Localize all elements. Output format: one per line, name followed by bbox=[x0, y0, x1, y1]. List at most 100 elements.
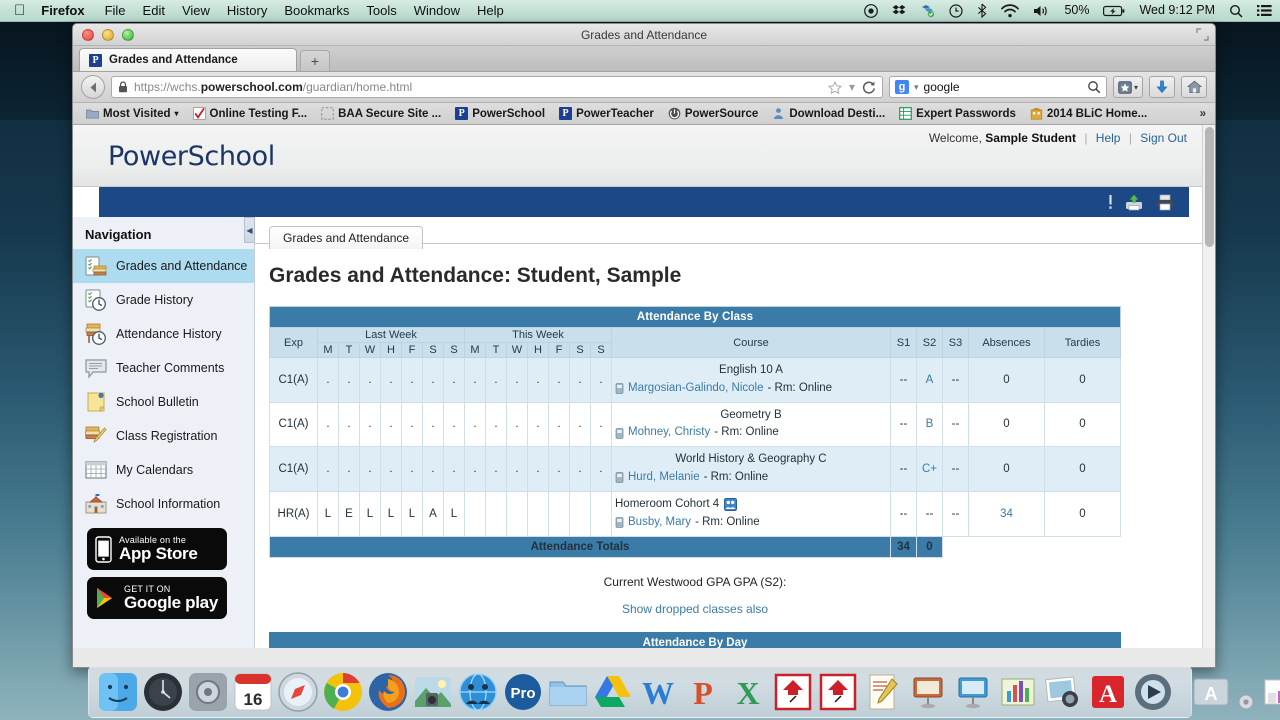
bluetooth-icon[interactable] bbox=[977, 3, 987, 18]
dock-item-acrobat-icon[interactable]: A bbox=[1087, 671, 1129, 713]
menu-item-tools[interactable]: Tools bbox=[366, 3, 396, 18]
dock-item-calendar-icon[interactable]: 16 bbox=[232, 671, 274, 713]
chevron-down-icon[interactable]: ▾ bbox=[849, 80, 855, 94]
search-icon[interactable] bbox=[1229, 4, 1243, 18]
bookmark-powersource[interactable]: PowerSource bbox=[661, 107, 766, 120]
sidebar-item-grade-history[interactable]: Grade History bbox=[73, 283, 254, 317]
screen-record-icon[interactable] bbox=[864, 3, 879, 18]
dock-item-chrome-icon[interactable] bbox=[322, 671, 364, 713]
menu-item-help[interactable]: Help bbox=[477, 3, 504, 18]
dock-item-excel-icon[interactable]: X bbox=[727, 671, 769, 713]
notification-center-icon[interactable] bbox=[1257, 4, 1272, 17]
app-store-badge[interactable]: Available on the App Store bbox=[87, 528, 227, 570]
clock-label[interactable]: Wed 9:12 PM bbox=[1139, 4, 1215, 17]
chevron-down-icon[interactable]: ▾ bbox=[914, 82, 919, 93]
dock-item-settings-small-icon[interactable] bbox=[1235, 691, 1257, 713]
page-scrollbar-thumb[interactable] bbox=[1205, 127, 1214, 247]
teacher-link[interactable]: Busby, Mary bbox=[628, 514, 691, 532]
menu-item-history[interactable]: History bbox=[227, 3, 267, 18]
downloads-button[interactable] bbox=[1149, 76, 1175, 98]
bookmarks-button[interactable]: ▾ bbox=[1112, 76, 1143, 98]
dock-item-powerpoint-icon[interactable]: P bbox=[682, 671, 724, 713]
magnifier-icon[interactable] bbox=[1087, 80, 1101, 94]
dropbox-icon[interactable] bbox=[892, 4, 906, 17]
new-tab-button[interactable]: + bbox=[300, 50, 330, 71]
group-meeting-icon[interactable] bbox=[724, 498, 738, 512]
dock-item-iphoto-2-icon[interactable] bbox=[1042, 671, 1084, 713]
dock-item-firefox-icon[interactable] bbox=[367, 671, 409, 713]
bookmark-online-testing[interactable]: Online Testing F... bbox=[186, 107, 315, 120]
dock-item-finder-icon[interactable] bbox=[97, 671, 139, 713]
menu-item-bookmarks[interactable]: Bookmarks bbox=[284, 3, 349, 18]
sidebar-item-my-calendars[interactable]: My Calendars bbox=[73, 453, 254, 487]
dock-item-folder-icon[interactable] bbox=[547, 671, 589, 713]
sidebar-item-attendance-history[interactable]: Attendance History bbox=[73, 317, 254, 351]
bookmark-expert-passwords[interactable]: Expert Passwords bbox=[892, 107, 1023, 120]
bookmark-powerteacher[interactable]: P PowerTeacher bbox=[552, 107, 661, 120]
powerschool-logo[interactable]: PowerSchool bbox=[108, 141, 275, 172]
printer-icon[interactable] bbox=[1155, 194, 1175, 211]
bookmarks-overflow-button[interactable]: » bbox=[1200, 108, 1209, 120]
dock-item-stickies-icon[interactable] bbox=[1260, 671, 1280, 713]
volume-icon[interactable] bbox=[1033, 4, 1050, 18]
teacher-link[interactable]: Margosian-Galindo, Nicole bbox=[628, 380, 764, 398]
cell-absences[interactable]: 34 bbox=[968, 490, 1045, 537]
dock-item-app-store-icon[interactable]: A bbox=[1190, 671, 1232, 713]
menu-item-edit[interactable]: Edit bbox=[143, 3, 165, 18]
back-button[interactable] bbox=[81, 75, 105, 99]
apple-logo-icon[interactable]:  bbox=[14, 3, 25, 18]
menu-item-firefox[interactable]: Firefox bbox=[41, 3, 84, 18]
home-button[interactable] bbox=[1181, 76, 1207, 98]
star-icon[interactable] bbox=[827, 80, 842, 94]
dock-item-iphoto-icon[interactable] bbox=[412, 671, 454, 713]
dock-item-numbers-icon[interactable] bbox=[997, 671, 1039, 713]
bookmark-powerschool[interactable]: P PowerSchool bbox=[448, 107, 552, 120]
bookmark-baa-secure-site[interactable]: BAA Secure Site ... bbox=[314, 107, 448, 120]
cell-s2[interactable]: A bbox=[916, 357, 943, 403]
menu-item-file[interactable]: File bbox=[105, 3, 126, 18]
email-teacher-icon[interactable] bbox=[615, 428, 624, 439]
page-scrollbar[interactable] bbox=[1202, 125, 1215, 648]
dock-item-screenflow-icon[interactable] bbox=[772, 671, 814, 713]
bookmark-most-visited[interactable]: Most Visited ▾ bbox=[79, 107, 186, 120]
search-input[interactable]: google bbox=[924, 80, 960, 94]
sidebar-item-school-information[interactable]: School Information bbox=[73, 487, 254, 521]
fullscreen-restore-icon[interactable] bbox=[1196, 28, 1209, 41]
menu-item-view[interactable]: View bbox=[182, 3, 210, 18]
battery-icon[interactable] bbox=[1103, 5, 1125, 17]
dock-item-screenflow-2-icon[interactable] bbox=[817, 671, 859, 713]
sidebar-collapse-button[interactable]: ◀ bbox=[244, 217, 255, 243]
dock-item-keynote-icon[interactable] bbox=[907, 671, 949, 713]
show-dropped-classes-link[interactable]: Show dropped classes also bbox=[622, 602, 768, 616]
dock-item-quicktime-icon[interactable] bbox=[1132, 671, 1174, 713]
dock-item-webex-icon[interactable] bbox=[457, 671, 499, 713]
help-link[interactable]: Help bbox=[1096, 131, 1121, 145]
browser-tab[interactable]: P Grades and Attendance bbox=[79, 48, 297, 71]
dock-item-word-icon[interactable]: W bbox=[637, 671, 679, 713]
reload-icon[interactable] bbox=[862, 80, 876, 94]
wifi-icon[interactable] bbox=[1001, 3, 1020, 18]
cell-s2[interactable]: B bbox=[916, 401, 943, 448]
sync-icon[interactable] bbox=[920, 4, 935, 18]
sidebar-item-class-registration[interactable]: Class Registration bbox=[73, 419, 254, 453]
google-play-badge[interactable]: GET IT ON Google play bbox=[87, 577, 227, 619]
teacher-link[interactable]: Mohney, Christy bbox=[628, 424, 710, 442]
dock-item-launchpad-icon[interactable] bbox=[142, 671, 184, 713]
printer-green-icon[interactable] bbox=[1124, 194, 1144, 211]
email-teacher-icon[interactable] bbox=[615, 383, 624, 394]
tab-grades-and-attendance[interactable]: Grades and Attendance bbox=[269, 226, 424, 249]
bookmark-2014-blic-home[interactable]: 2014 BLiC Home... bbox=[1023, 107, 1154, 120]
dock-item-keynote-2-icon[interactable] bbox=[952, 671, 994, 713]
search-bar[interactable]: g ▾ google bbox=[888, 76, 1107, 98]
sidebar-item-teacher-comments[interactable]: Teacher Comments bbox=[73, 351, 254, 385]
dock-item-safari-icon[interactable] bbox=[277, 671, 319, 713]
email-teacher-icon[interactable] bbox=[615, 472, 624, 484]
bookmark-download-destination[interactable]: Download Desti... bbox=[765, 107, 892, 120]
menu-item-window[interactable]: Window bbox=[414, 3, 460, 18]
sign-out-link[interactable]: Sign Out bbox=[1140, 131, 1187, 145]
url-bar[interactable]: https://wchs.powerschool.com/guardian/ho… bbox=[111, 76, 883, 98]
teacher-link[interactable]: Hurd, Melanie bbox=[628, 469, 700, 487]
dock-item-textedit-icon[interactable] bbox=[862, 671, 904, 713]
dock-item-system-preferences-icon[interactable] bbox=[187, 671, 229, 713]
time-machine-icon[interactable] bbox=[949, 3, 964, 18]
